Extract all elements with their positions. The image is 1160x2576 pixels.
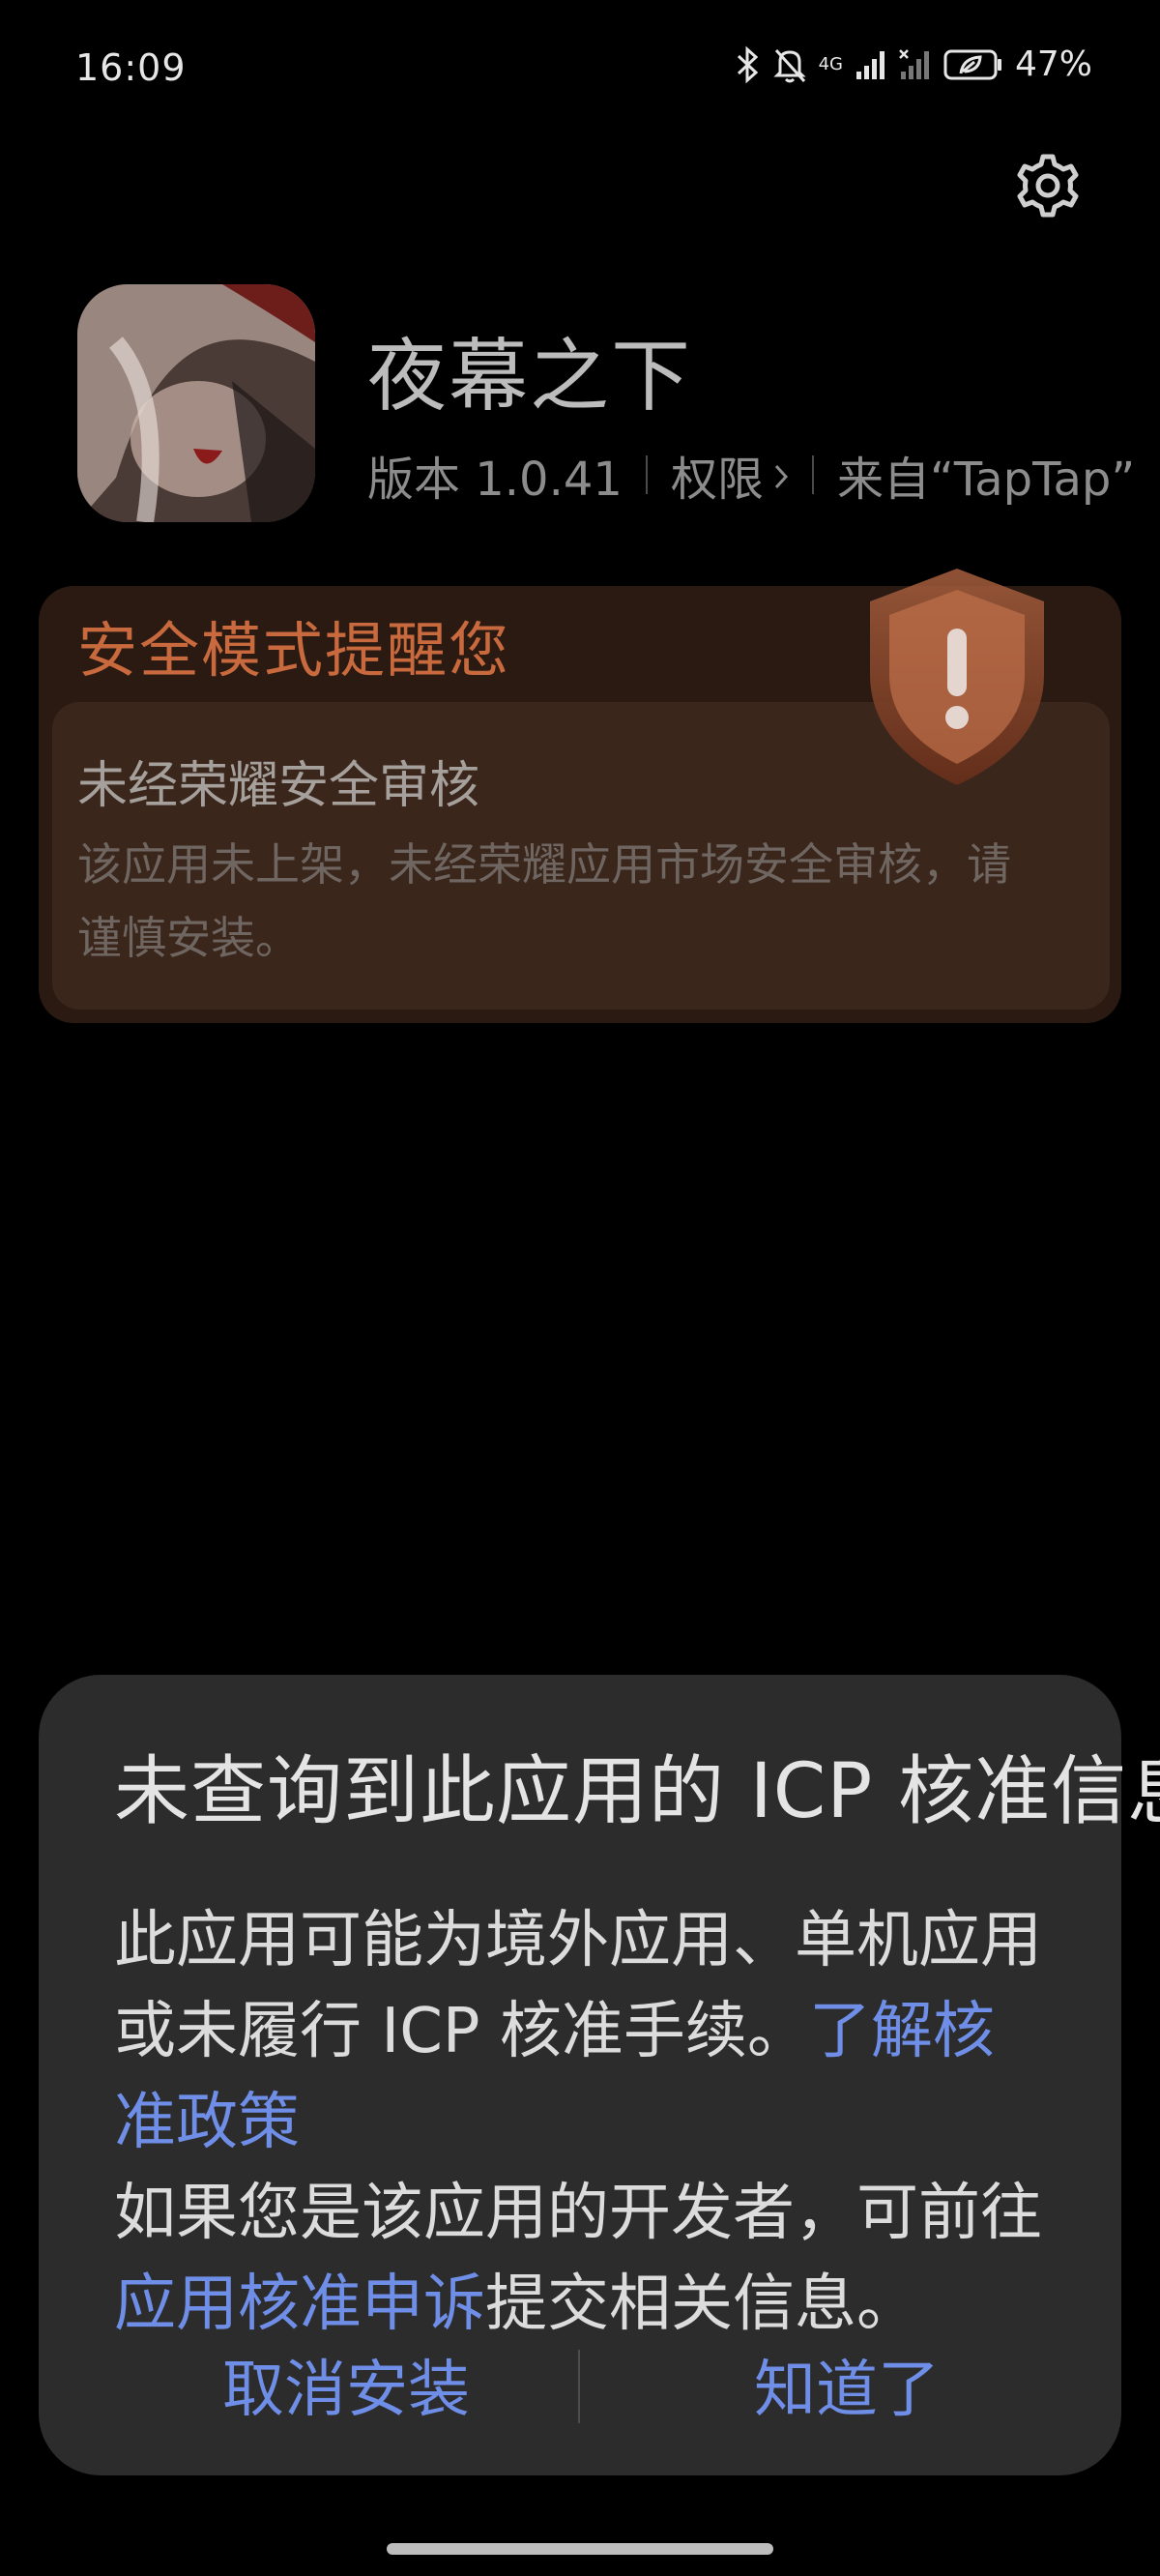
dialog-body-text-3: 提交相关信息。 bbox=[485, 2269, 918, 2340]
settings-gear-icon[interactable] bbox=[1015, 153, 1081, 219]
network-type-label: 4G bbox=[818, 53, 843, 74]
status-time: 16:09 bbox=[75, 46, 187, 89]
dialog-body: 此应用可能为境外应用、单机应用或未履行 ICP 核准手续。了解核准政策 如果您是… bbox=[114, 1895, 1042, 2350]
home-indicator[interactable] bbox=[387, 2543, 773, 2555]
ok-button[interactable]: 知道了 bbox=[754, 2340, 940, 2429]
app-name: 夜幕之下 bbox=[367, 331, 693, 423]
app-meta-row: 版本 1.0.41 权限 来自“TapTap” bbox=[367, 441, 1135, 509]
dialog-title: 未查询到此应用的 ICP 核准信息 bbox=[114, 1748, 1160, 1835]
signal-off-icon bbox=[899, 48, 932, 81]
button-divider bbox=[578, 2350, 580, 2423]
battery-icon bbox=[943, 48, 1003, 81]
cancel-install-button[interactable]: 取消安装 bbox=[222, 2340, 470, 2429]
network-type-icon: 4G bbox=[818, 53, 843, 74]
dialog-body-text-2: 如果您是该应用的开发者，可前往 bbox=[114, 2178, 1042, 2249]
signal-icon bbox=[855, 48, 887, 81]
app-version: 版本 1.0.41 bbox=[367, 453, 623, 507]
permissions-link[interactable]: 权限 bbox=[671, 441, 789, 509]
permissions-label: 权限 bbox=[670, 453, 764, 507]
app-icon bbox=[77, 284, 315, 522]
battery-percent: 47% bbox=[1014, 44, 1092, 84]
mute-bell-icon bbox=[772, 45, 807, 84]
warning-subtitle: 未经荣耀安全审核 bbox=[77, 757, 480, 815]
warning-body: 该应用未上架，未经荣耀应用市场安全审核，请谨慎安装。 bbox=[77, 838, 1011, 964]
status-icons: 4G 47% bbox=[736, 44, 1092, 84]
app-source: 来自“TapTap” bbox=[836, 453, 1136, 507]
chevron-right-icon bbox=[773, 448, 789, 502]
meta-divider bbox=[811, 455, 814, 494]
appeal-link[interactable]: 应用核准申诉 bbox=[114, 2269, 485, 2340]
warning-title: 安全模式提醒您 bbox=[77, 615, 511, 686]
shield-warning-icon bbox=[851, 561, 1063, 793]
meta-divider bbox=[645, 455, 648, 494]
bluetooth-icon bbox=[736, 45, 761, 84]
